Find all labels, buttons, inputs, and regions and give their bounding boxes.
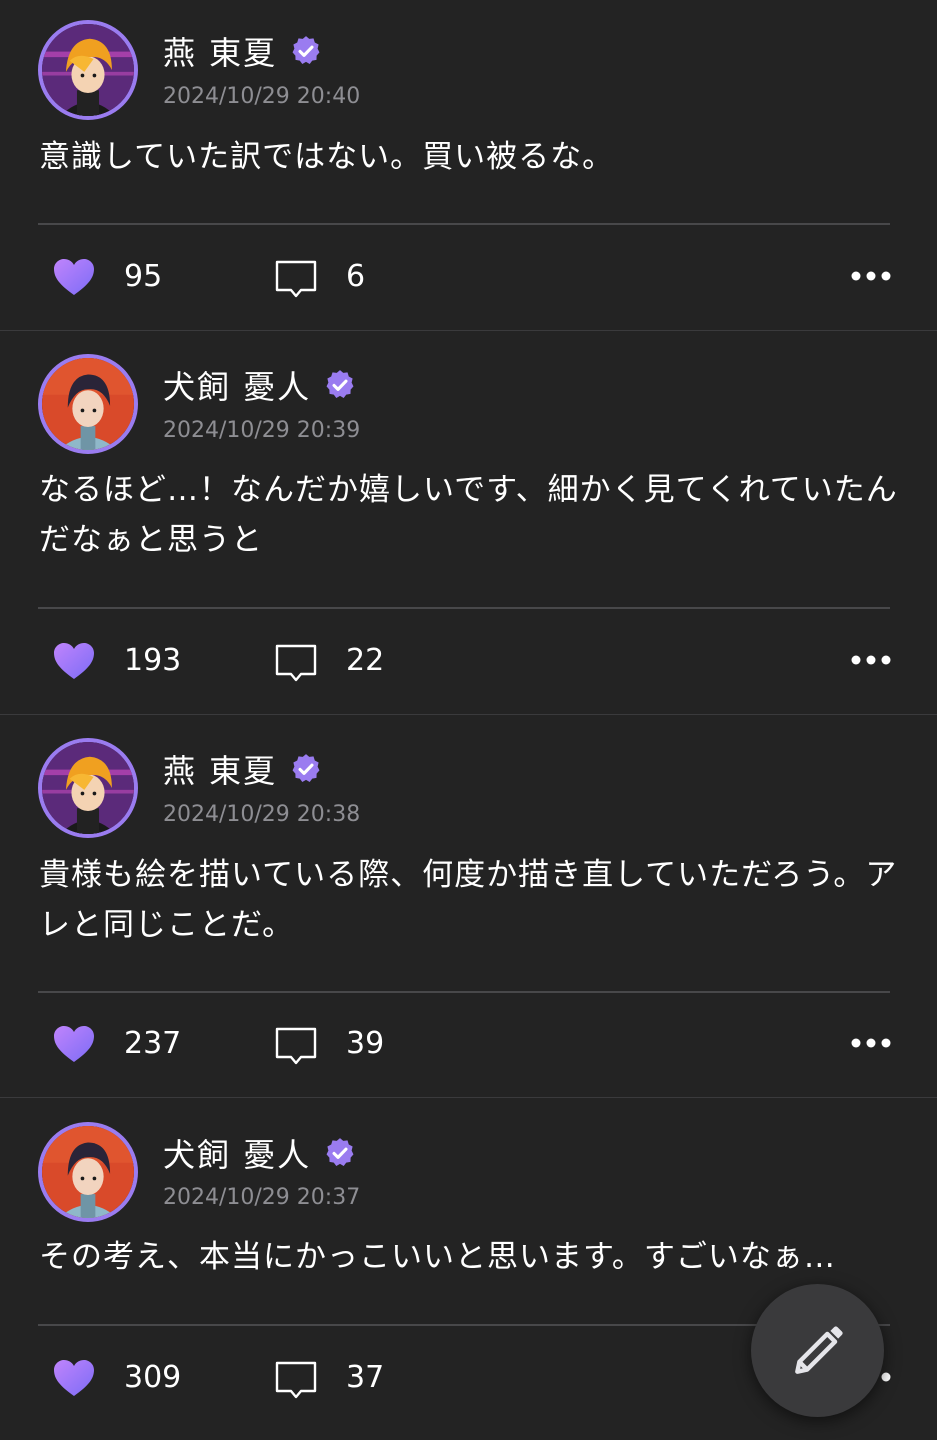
like-count: 237 bbox=[124, 1026, 182, 1061]
author-row: 犬飼 憂人 bbox=[163, 1130, 357, 1176]
author-name[interactable]: 犬飼 憂人 bbox=[163, 1130, 311, 1176]
tsubame-avatar-image bbox=[42, 742, 134, 834]
comment-count: 39 bbox=[346, 1026, 385, 1061]
comment-bubble-icon[interactable] bbox=[274, 1026, 318, 1066]
verified-badge-icon bbox=[292, 754, 320, 783]
post-divider bbox=[38, 607, 890, 609]
comment-count: 37 bbox=[346, 1360, 385, 1395]
avatar[interactable] bbox=[38, 354, 138, 454]
post-card[interactable]: 燕 東夏 2024/10/29 20:40 意識していた訳ではない。買い被るな。… bbox=[0, 0, 937, 331]
post-text: 貴様も絵を描いている際、何度か描き直していただろう。アレと同じことだ。 bbox=[39, 857, 898, 943]
compose-button[interactable] bbox=[751, 1284, 884, 1417]
post-timestamp: 2024/10/29 20:40 bbox=[163, 84, 361, 109]
heart-icon[interactable] bbox=[52, 1358, 96, 1398]
more-dots-icon[interactable] bbox=[850, 270, 892, 282]
post-divider bbox=[38, 991, 890, 993]
verified-badge-icon bbox=[326, 370, 354, 399]
avatar[interactable] bbox=[38, 738, 138, 838]
verified-badge-icon bbox=[292, 36, 320, 65]
heart-icon[interactable] bbox=[52, 1024, 96, 1064]
author-name[interactable]: 犬飼 憂人 bbox=[163, 362, 311, 408]
post-text: その考え、本当にかっこいいと思います。すごいなぁ… bbox=[39, 1239, 836, 1275]
more-dots-icon[interactable] bbox=[850, 654, 892, 666]
comment-count: 22 bbox=[346, 643, 385, 678]
avatar[interactable] bbox=[38, 1122, 138, 1222]
post-timestamp: 2024/10/29 20:39 bbox=[163, 418, 361, 443]
inukai-avatar-image bbox=[42, 1126, 134, 1218]
like-count: 193 bbox=[124, 643, 182, 678]
avatar[interactable] bbox=[38, 20, 138, 120]
comment-bubble-icon[interactable] bbox=[274, 259, 318, 299]
like-count: 309 bbox=[124, 1360, 182, 1395]
post-text: 意識していた訳ではない。買い被るな。 bbox=[39, 139, 615, 175]
post-divider bbox=[38, 223, 890, 225]
verified-badge-icon bbox=[326, 1138, 354, 1167]
comment-bubble-icon[interactable] bbox=[274, 643, 318, 683]
like-count: 95 bbox=[124, 259, 163, 294]
comment-bubble-icon[interactable] bbox=[274, 1360, 318, 1400]
author-row: 犬飼 憂人 bbox=[163, 362, 357, 408]
heart-icon[interactable] bbox=[52, 641, 96, 681]
post-feed: 燕 東夏 2024/10/29 20:40 意識していた訳ではない。買い被るな。… bbox=[0, 0, 937, 1440]
author-row: 燕 東夏 bbox=[163, 746, 323, 792]
heart-icon[interactable] bbox=[52, 257, 96, 297]
comment-count: 6 bbox=[346, 259, 366, 294]
post-timestamp: 2024/10/29 20:38 bbox=[163, 802, 361, 827]
inukai-avatar-image bbox=[42, 358, 134, 450]
author-name[interactable]: 燕 東夏 bbox=[163, 28, 277, 74]
author-name[interactable]: 燕 東夏 bbox=[163, 746, 277, 792]
more-dots-icon[interactable] bbox=[850, 1037, 892, 1049]
tsubame-avatar-image bbox=[42, 24, 134, 116]
author-row: 燕 東夏 bbox=[163, 28, 323, 74]
pencil-icon bbox=[794, 1325, 843, 1374]
post-card[interactable]: 燕 東夏 2024/10/29 20:38 貴様も絵を描いている際、何度か描き直… bbox=[0, 715, 937, 1098]
post-card[interactable]: 犬飼 憂人 2024/10/29 20:39 なるほど…！なんだか嬉しいです、細… bbox=[0, 331, 937, 715]
post-timestamp: 2024/10/29 20:37 bbox=[163, 1185, 361, 1210]
post-text: なるほど…！なんだか嬉しいです、細かく見てくれていたんだなぁと思うと bbox=[39, 472, 898, 558]
